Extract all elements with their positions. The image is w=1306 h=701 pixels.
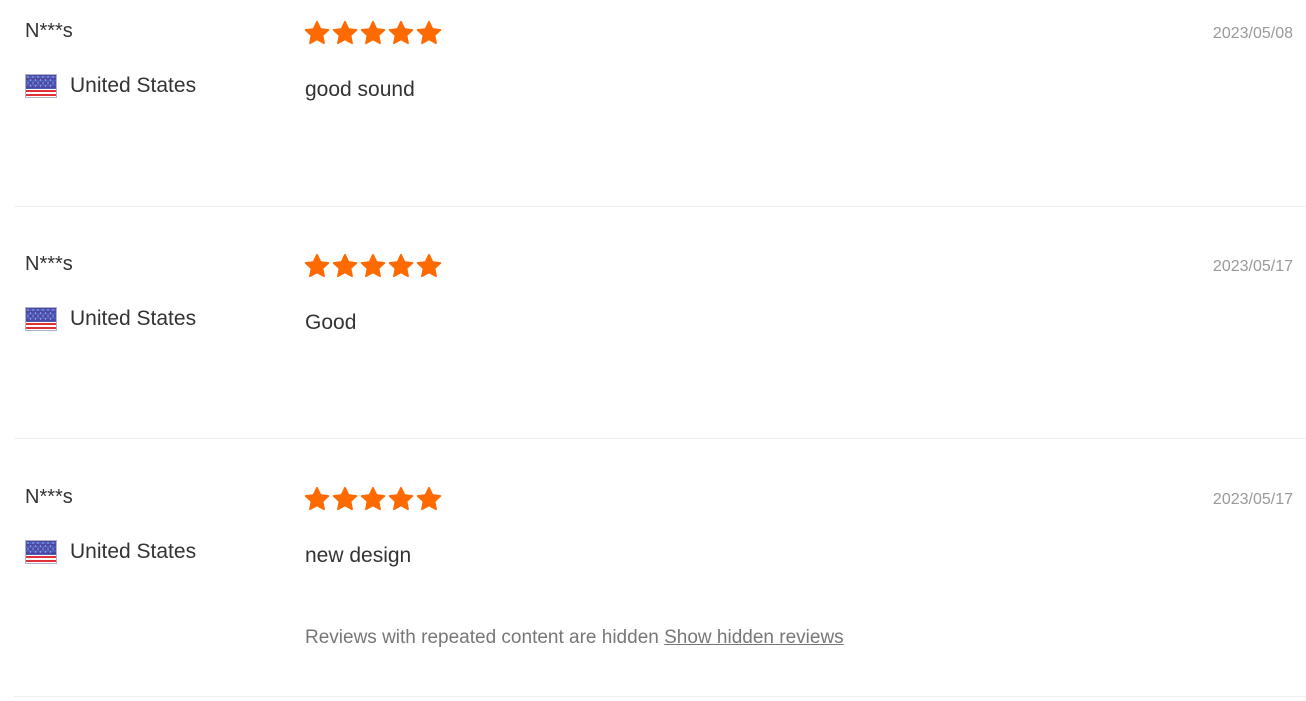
star-icon — [360, 20, 386, 46]
star-rating — [304, 20, 444, 46]
review-item: N***s United States new design 2023/05/1… — [0, 466, 1306, 697]
country-name: United States — [70, 74, 197, 97]
country-name: United States — [70, 307, 197, 330]
us-flag-icon — [25, 307, 57, 331]
star-icon — [332, 486, 358, 512]
us-flag-icon — [25, 540, 57, 564]
review-item: N***s United States good sound 2023/05/0… — [0, 0, 1306, 207]
reviewer-name: N***s — [25, 486, 73, 508]
star-icon — [304, 253, 330, 279]
review-date: 2023/05/08 — [1212, 25, 1293, 42]
review-text: good sound — [305, 78, 415, 101]
reviewer-name: N***s — [25, 253, 73, 275]
review-date: 2023/05/17 — [1212, 258, 1293, 275]
star-icon — [388, 486, 414, 512]
star-icon — [332, 20, 358, 46]
star-icon — [360, 253, 386, 279]
reviewer-name: N***s — [25, 20, 73, 42]
reviewer-country: United States — [25, 304, 196, 334]
us-flag-icon — [25, 74, 57, 98]
hidden-reviews-notice: Reviews with repeated content are hidden… — [305, 626, 844, 650]
review-date: 2023/05/17 — [1212, 491, 1293, 508]
reviews-list: N***s United States good sound 2023/05/0… — [0, 0, 1306, 701]
divider — [14, 696, 1306, 697]
star-icon — [416, 20, 442, 46]
star-icon — [304, 20, 330, 46]
star-icon — [388, 20, 414, 46]
review-text: new design — [305, 544, 412, 567]
star-icon — [416, 486, 442, 512]
reviewer-country: United States — [25, 537, 196, 567]
reviewer-country: United States — [25, 71, 196, 101]
show-hidden-reviews-link[interactable]: Show hidden reviews — [664, 627, 844, 648]
divider — [14, 438, 1306, 439]
star-icon — [388, 253, 414, 279]
star-icon — [360, 486, 386, 512]
star-icon — [416, 253, 442, 279]
review-item: N***s United States Good 2023/05/17 — [0, 233, 1306, 439]
hidden-reviews-text: Reviews with repeated content are hidden — [305, 627, 659, 648]
star-icon — [332, 253, 358, 279]
country-name: United States — [70, 540, 197, 563]
star-icon — [304, 486, 330, 512]
divider — [14, 206, 1306, 207]
star-rating — [304, 253, 444, 279]
star-rating — [304, 486, 444, 512]
review-text: Good — [305, 311, 357, 334]
